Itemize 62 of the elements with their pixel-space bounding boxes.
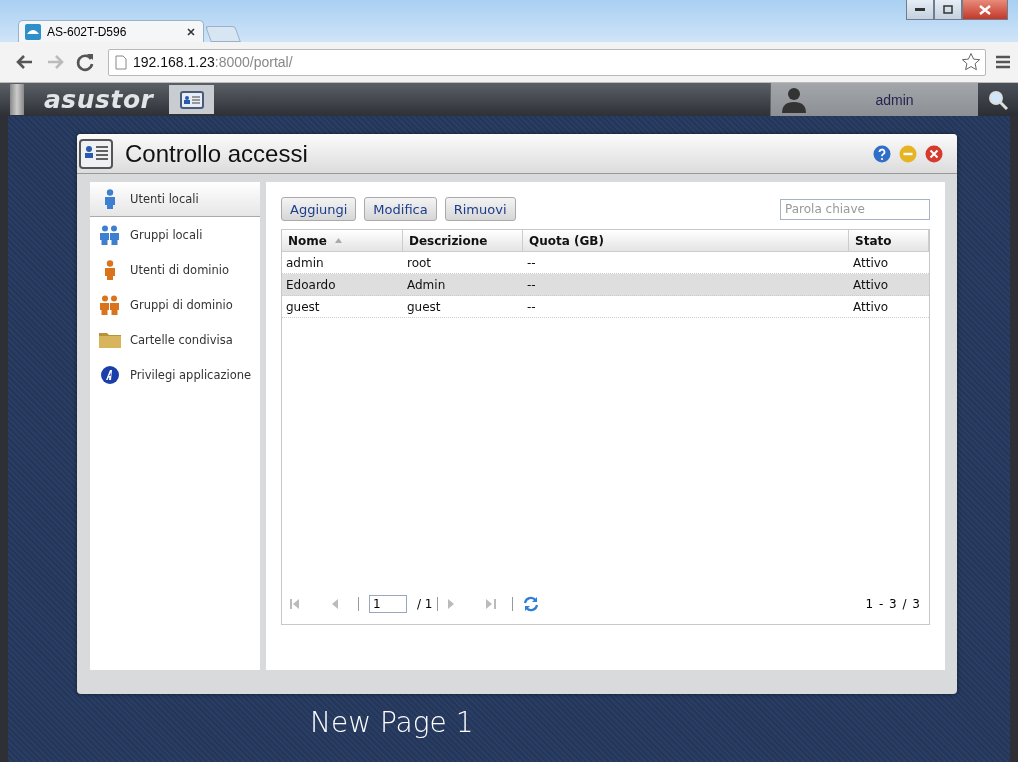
refresh-icon[interactable] xyxy=(522,596,539,612)
menu-icon[interactable] xyxy=(996,55,1010,69)
table-row[interactable]: Edoardo Admin -- Attivo xyxy=(282,274,929,296)
person-icon xyxy=(104,189,116,209)
address-bar[interactable]: 192.168.1.23:8000/portal/ xyxy=(108,48,986,76)
table-cell: -- xyxy=(527,277,536,292)
app-icon xyxy=(101,365,119,384)
people-icon xyxy=(100,294,120,315)
folder-icon xyxy=(99,331,121,348)
id-card-icon xyxy=(79,137,113,170)
table-cell: -- xyxy=(527,255,536,270)
page-label: New Page 1 xyxy=(310,706,474,739)
table-cell: Attivo xyxy=(853,255,889,270)
table-cell: Edoardo xyxy=(286,277,336,292)
maximize-icon xyxy=(943,5,953,14)
close-icon xyxy=(979,4,991,15)
table-cell: guest xyxy=(407,299,441,314)
sidebar-item[interactable]: Cartelle condivisa xyxy=(90,322,260,357)
sidebar-item[interactable]: Privilegi applicazione xyxy=(90,357,260,392)
search-icon xyxy=(988,89,1008,110)
toolbar-button[interactable]: Modifica xyxy=(364,197,437,221)
reload-icon[interactable] xyxy=(74,51,96,73)
search-field[interactable]: Parola chiave xyxy=(780,198,930,220)
sidebar-item[interactable]: Utenti di dominio xyxy=(90,252,260,287)
panel-handle[interactable] xyxy=(10,84,24,115)
browser-tab[interactable]: AS-602T-D596 xyxy=(18,20,204,42)
table-cell: Attivo xyxy=(853,299,889,314)
table-row[interactable]: guest guest -- Attivo xyxy=(282,296,929,318)
table-cell: admin xyxy=(286,255,324,270)
sidebar-item[interactable]: Gruppi locali xyxy=(90,217,260,252)
table-cell: Admin xyxy=(407,277,446,292)
toolbar-button[interactable]: Rimuovi xyxy=(444,197,516,221)
record-range: 1 - 3 / 3 xyxy=(865,597,921,611)
search-button[interactable] xyxy=(978,83,1018,116)
favicon-icon xyxy=(25,23,41,40)
maximize-button[interactable] xyxy=(934,0,962,20)
toolbar-button[interactable]: Aggiungi xyxy=(281,197,357,221)
table-cell: -- xyxy=(527,299,536,314)
page-icon xyxy=(115,54,127,70)
brand-logo: asustor xyxy=(44,85,154,114)
id-card-icon xyxy=(179,90,204,109)
help-icon[interactable] xyxy=(873,144,891,163)
column-header[interactable]: Stato xyxy=(855,233,892,248)
star-icon[interactable] xyxy=(961,52,981,72)
people-icon xyxy=(100,224,120,245)
page-field[interactable]: 1 xyxy=(369,595,407,613)
table-cell: Attivo xyxy=(853,277,889,292)
person-icon xyxy=(104,259,116,280)
column-header[interactable]: Nome xyxy=(288,233,327,248)
sidebar-item[interactable]: Gruppi di dominio xyxy=(90,287,260,322)
table-cell: guest xyxy=(286,299,320,314)
minimize-button[interactable] xyxy=(906,0,934,20)
window-title: Controllo accessi xyxy=(125,139,309,168)
column-header[interactable]: Quota (GB) xyxy=(529,233,604,248)
user-menu[interactable]: admin xyxy=(770,83,978,116)
column-header[interactable]: Descrizione xyxy=(409,233,488,248)
page-total: / 1 xyxy=(417,597,433,611)
minimize-icon xyxy=(915,7,925,12)
close-button[interactable] xyxy=(962,0,1008,20)
app-button[interactable] xyxy=(169,85,215,114)
table-cell: root xyxy=(407,255,432,270)
close-icon[interactable] xyxy=(187,27,195,36)
